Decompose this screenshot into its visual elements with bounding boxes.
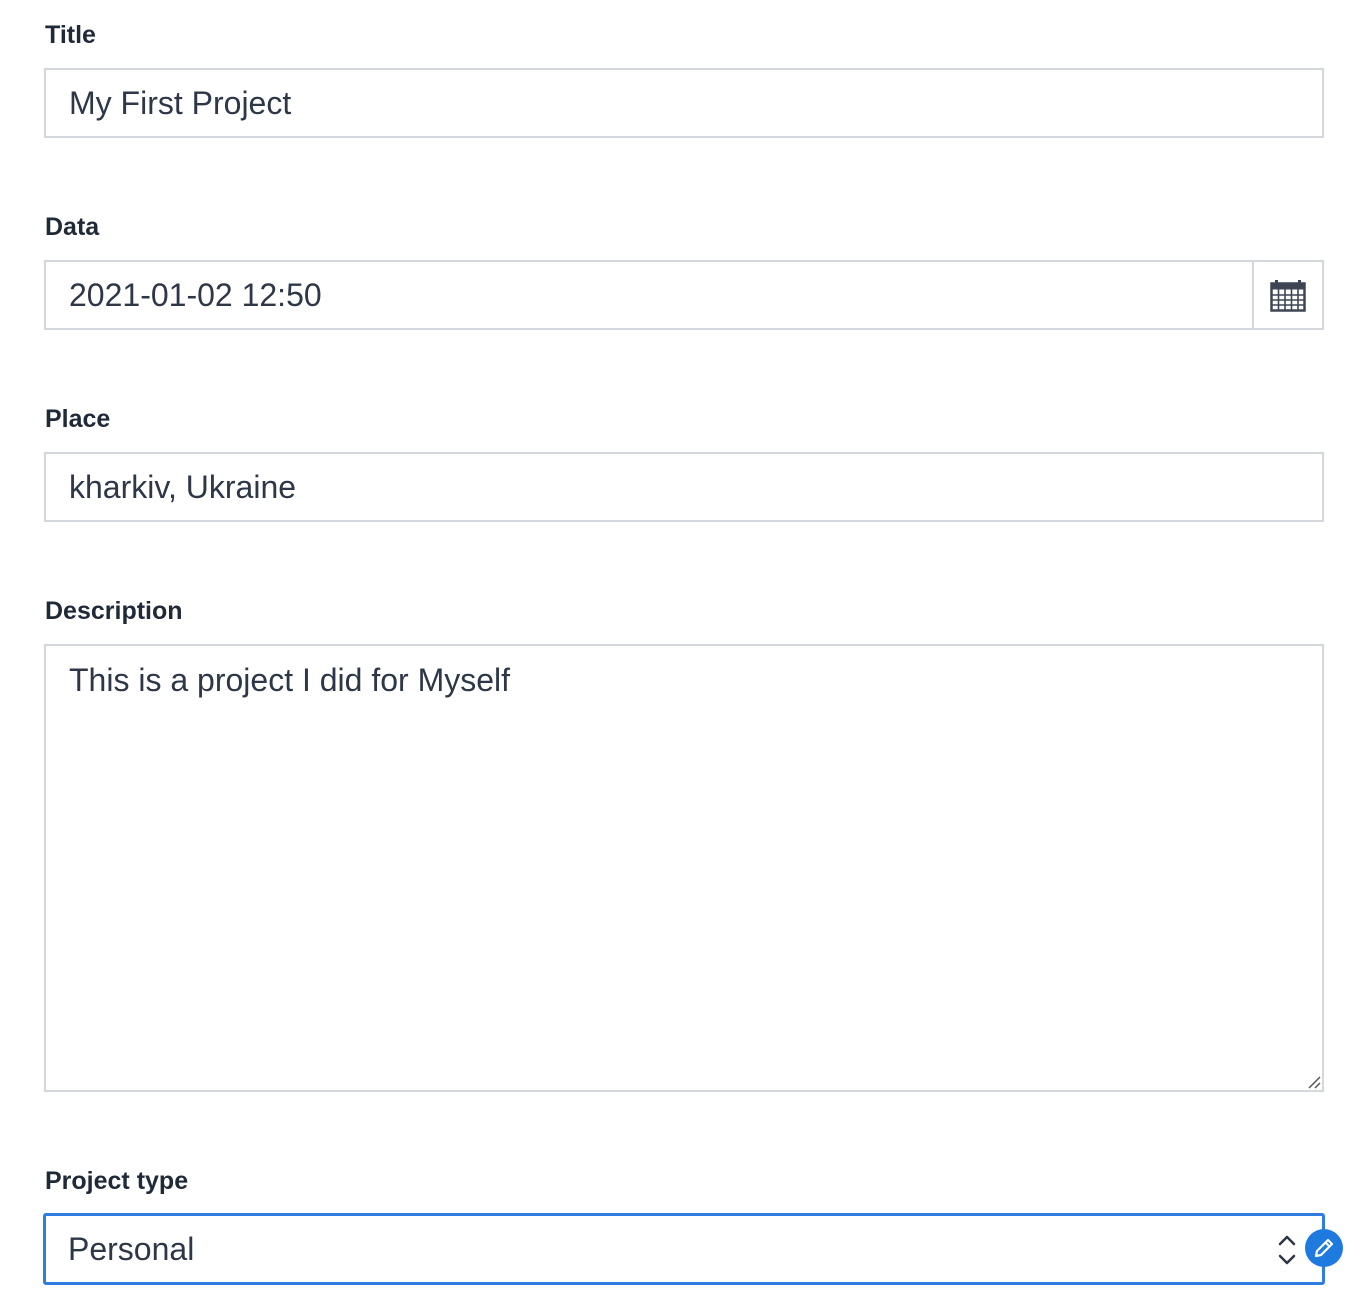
title-input[interactable]: My First Project [44,68,1324,138]
calendar-button[interactable] [1252,262,1322,328]
date-input[interactable]: 2021-01-02 12:50 [44,260,1324,330]
place-label: Place [45,405,111,433]
place-input-value: kharkiv, Ukraine [69,468,297,505]
edit-badge-button[interactable] [1305,1229,1343,1267]
select-arrows-icon [1278,1235,1296,1265]
description-textarea[interactable]: This is a project I did for Myself [44,644,1324,1092]
place-input[interactable]: kharkiv, Ukraine [44,452,1324,522]
date-input-value: 2021-01-02 12:50 [69,276,322,313]
resize-handle-icon[interactable] [1305,1073,1321,1089]
title-label: Title [45,21,96,49]
project-type-select[interactable]: Personal [43,1213,1325,1285]
project-type-select-value: Personal [68,1230,195,1267]
description-label: Description [45,597,183,625]
pencil-icon [1314,1238,1334,1258]
calendar-icon [1270,280,1306,312]
project-type-label: Project type [45,1167,189,1195]
title-input-value: My First Project [69,84,292,121]
description-textarea-value: This is a project I did for Myself [69,662,511,698]
date-label: Data [45,213,100,241]
